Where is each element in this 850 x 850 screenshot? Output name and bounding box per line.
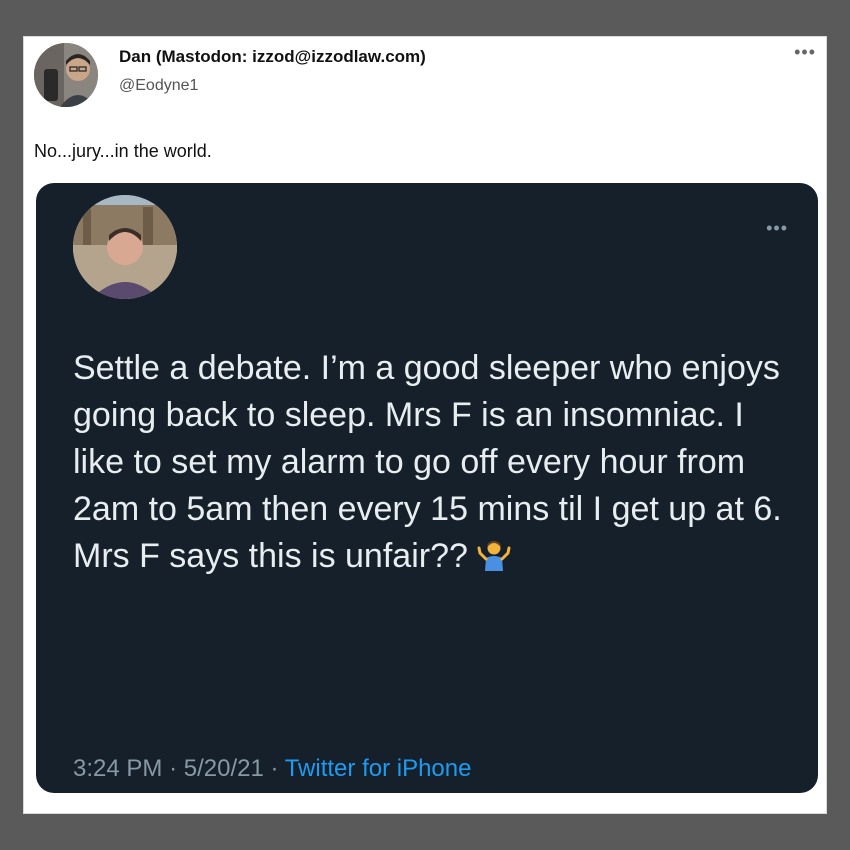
quoted-author-avatar[interactable] <box>73 195 177 299</box>
quoted-tweet-card[interactable]: ••• Settle a debate. I’m a good sleeper … <box>36 183 818 793</box>
author-name[interactable]: Dan (Mastodon: izzod@izzodlaw.com) <box>119 47 426 67</box>
tweet-date[interactable]: 5/20/21 <box>184 755 264 782</box>
tweet-text: No...jury...in the world. <box>34 141 212 161</box>
tweet-time[interactable]: 3:24 PM <box>73 755 162 782</box>
more-horizontal-icon[interactable]: ••• <box>794 43 816 61</box>
quoted-tweet-body: Settle a debate. I’m a good sleeper who … <box>73 349 782 575</box>
author-avatar[interactable] <box>34 43 98 107</box>
author-handle[interactable]: @Eodyne1 <box>119 77 198 95</box>
meta-separator: · <box>270 755 279 782</box>
outer-tweet: Dan (Mastodon: izzod@izzodlaw.com) @Eody… <box>23 36 827 814</box>
tweet-source-link[interactable]: Twitter for iPhone <box>285 755 472 782</box>
quoted-tweet-text: Settle a debate. I’m a good sleeper who … <box>73 345 793 584</box>
tweet-metadata: 3:24 PM · 5/20/21 · Twitter for iPhone <box>73 755 471 783</box>
meta-separator: · <box>169 755 178 782</box>
person-shrugging-emoji-icon <box>477 537 511 584</box>
more-horizontal-icon[interactable]: ••• <box>766 219 788 237</box>
